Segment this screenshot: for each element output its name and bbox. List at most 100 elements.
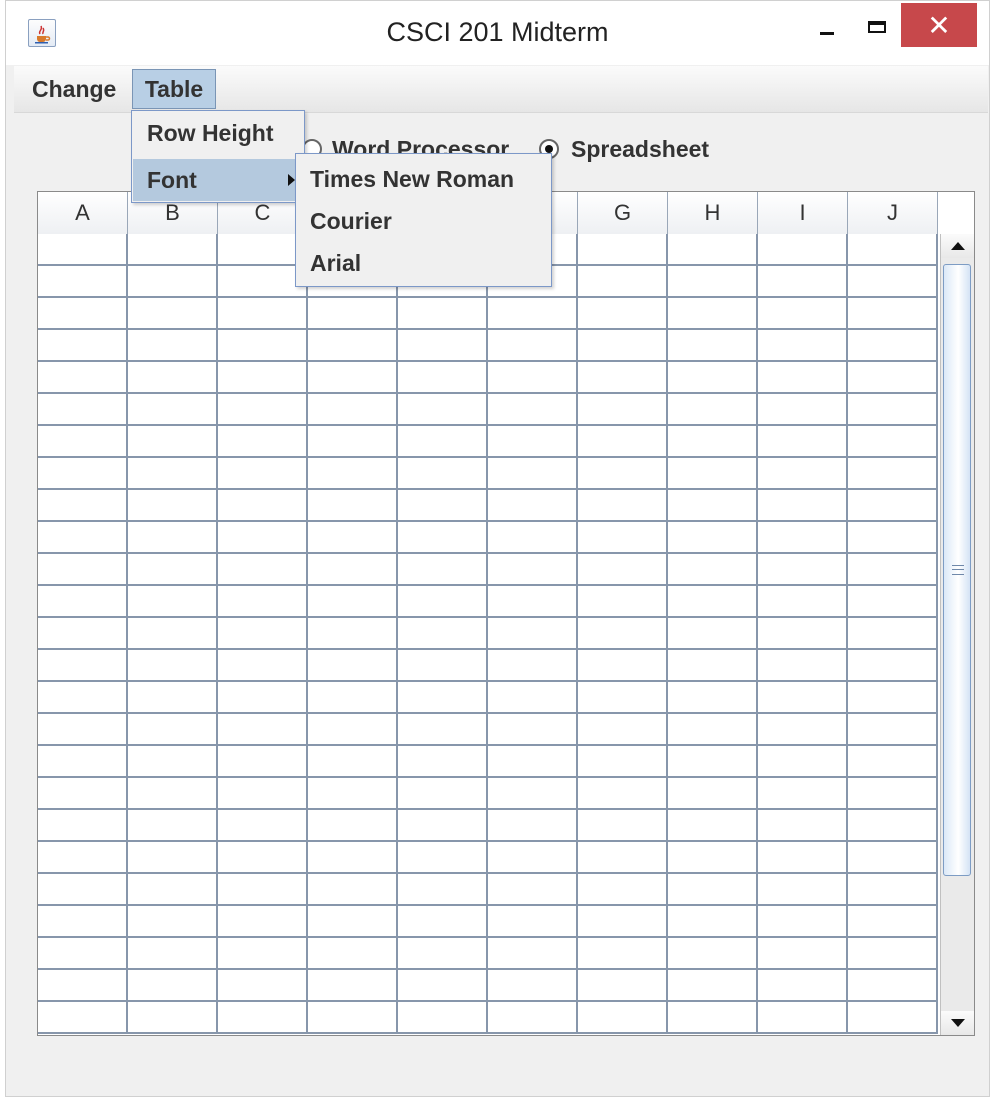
table-cell[interactable] xyxy=(38,458,128,490)
table-cell[interactable] xyxy=(758,650,848,682)
table-cell[interactable] xyxy=(38,266,128,298)
table-cell[interactable] xyxy=(578,394,668,426)
table-cell[interactable] xyxy=(218,618,308,650)
table-cell[interactable] xyxy=(38,746,128,778)
column-header-i[interactable]: I xyxy=(758,192,848,234)
table-cell[interactable] xyxy=(38,682,128,714)
table-cell[interactable] xyxy=(668,362,758,394)
table-cell[interactable] xyxy=(488,554,578,586)
table-cell[interactable] xyxy=(578,490,668,522)
table-cell[interactable] xyxy=(38,330,128,362)
close-button[interactable]: ✕ xyxy=(901,3,977,47)
table-cell[interactable] xyxy=(668,714,758,746)
table-cell[interactable] xyxy=(218,554,308,586)
table-cell[interactable] xyxy=(758,810,848,842)
table-cell[interactable] xyxy=(668,746,758,778)
table-cell[interactable] xyxy=(398,842,488,874)
table-cell[interactable] xyxy=(398,522,488,554)
table-cell[interactable] xyxy=(38,714,128,746)
table-cell[interactable] xyxy=(308,682,398,714)
table-cell[interactable] xyxy=(398,778,488,810)
table-cell[interactable] xyxy=(308,586,398,618)
table-cell[interactable] xyxy=(668,842,758,874)
table-cell[interactable] xyxy=(848,618,938,650)
table-cell[interactable] xyxy=(398,362,488,394)
table-cell[interactable] xyxy=(848,778,938,810)
table-cell[interactable] xyxy=(128,426,218,458)
table-cell[interactable] xyxy=(38,938,128,970)
table-cell[interactable] xyxy=(398,938,488,970)
table-cell[interactable] xyxy=(128,522,218,554)
table-cell[interactable] xyxy=(128,874,218,906)
table-cell[interactable] xyxy=(848,298,938,330)
table-cell[interactable] xyxy=(758,362,848,394)
table-cell[interactable] xyxy=(308,618,398,650)
table-cell[interactable] xyxy=(578,586,668,618)
table-cell[interactable] xyxy=(128,1002,218,1034)
table-cell[interactable] xyxy=(668,426,758,458)
table-cell[interactable] xyxy=(758,682,848,714)
table-cell[interactable] xyxy=(668,682,758,714)
table-cell[interactable] xyxy=(398,394,488,426)
table-cell[interactable] xyxy=(848,426,938,458)
table-cell[interactable] xyxy=(128,650,218,682)
table-cell[interactable] xyxy=(668,618,758,650)
table-cell[interactable] xyxy=(38,522,128,554)
table-cell[interactable] xyxy=(578,522,668,554)
table-cell[interactable] xyxy=(578,778,668,810)
table-cell[interactable] xyxy=(218,682,308,714)
table-cell[interactable] xyxy=(398,906,488,938)
table-cell[interactable] xyxy=(308,746,398,778)
table-cell[interactable] xyxy=(128,778,218,810)
table-cell[interactable] xyxy=(758,330,848,362)
table-cell[interactable] xyxy=(218,330,308,362)
table-cell[interactable] xyxy=(38,618,128,650)
table-cell[interactable] xyxy=(398,746,488,778)
table-cell[interactable] xyxy=(308,938,398,970)
table-cell[interactable] xyxy=(488,682,578,714)
table-cell[interactable] xyxy=(578,714,668,746)
table-cell[interactable] xyxy=(398,586,488,618)
menu-item-row-height[interactable]: Row Height xyxy=(133,112,303,154)
table-cell[interactable] xyxy=(218,874,308,906)
table-cell[interactable] xyxy=(578,906,668,938)
table-cell[interactable] xyxy=(308,842,398,874)
table-cell[interactable] xyxy=(38,778,128,810)
maximize-button[interactable] xyxy=(856,5,898,47)
table-cell[interactable] xyxy=(848,938,938,970)
table-cell[interactable] xyxy=(758,522,848,554)
table-cell[interactable] xyxy=(848,586,938,618)
table-cell[interactable] xyxy=(488,362,578,394)
table-cell[interactable] xyxy=(38,490,128,522)
table-cell[interactable] xyxy=(758,842,848,874)
table-cell[interactable] xyxy=(398,490,488,522)
table-cell[interactable] xyxy=(488,810,578,842)
table-cell[interactable] xyxy=(38,842,128,874)
scroll-down-button[interactable] xyxy=(941,1011,974,1035)
table-cell[interactable] xyxy=(38,554,128,586)
table-cell[interactable] xyxy=(848,906,938,938)
table-cell[interactable] xyxy=(38,970,128,1002)
table-cell[interactable] xyxy=(758,906,848,938)
table-cell[interactable] xyxy=(578,362,668,394)
table-cell[interactable] xyxy=(578,650,668,682)
column-header-j[interactable]: J xyxy=(848,192,938,234)
table-cell[interactable] xyxy=(758,554,848,586)
table-cell[interactable] xyxy=(758,714,848,746)
table-cell[interactable] xyxy=(848,362,938,394)
table-cell[interactable] xyxy=(398,714,488,746)
table-cell[interactable] xyxy=(668,234,758,266)
table-cell[interactable] xyxy=(398,1002,488,1034)
table-cell[interactable] xyxy=(668,330,758,362)
table-cell[interactable] xyxy=(38,394,128,426)
table-cell[interactable] xyxy=(308,330,398,362)
table-cell[interactable] xyxy=(758,778,848,810)
table-cell[interactable] xyxy=(308,490,398,522)
table-cell[interactable] xyxy=(38,586,128,618)
table-cell[interactable] xyxy=(578,938,668,970)
table-cell[interactable] xyxy=(128,330,218,362)
table-cell[interactable] xyxy=(128,586,218,618)
table-cell[interactable] xyxy=(758,426,848,458)
table-cell[interactable] xyxy=(128,938,218,970)
table-cell[interactable] xyxy=(128,618,218,650)
